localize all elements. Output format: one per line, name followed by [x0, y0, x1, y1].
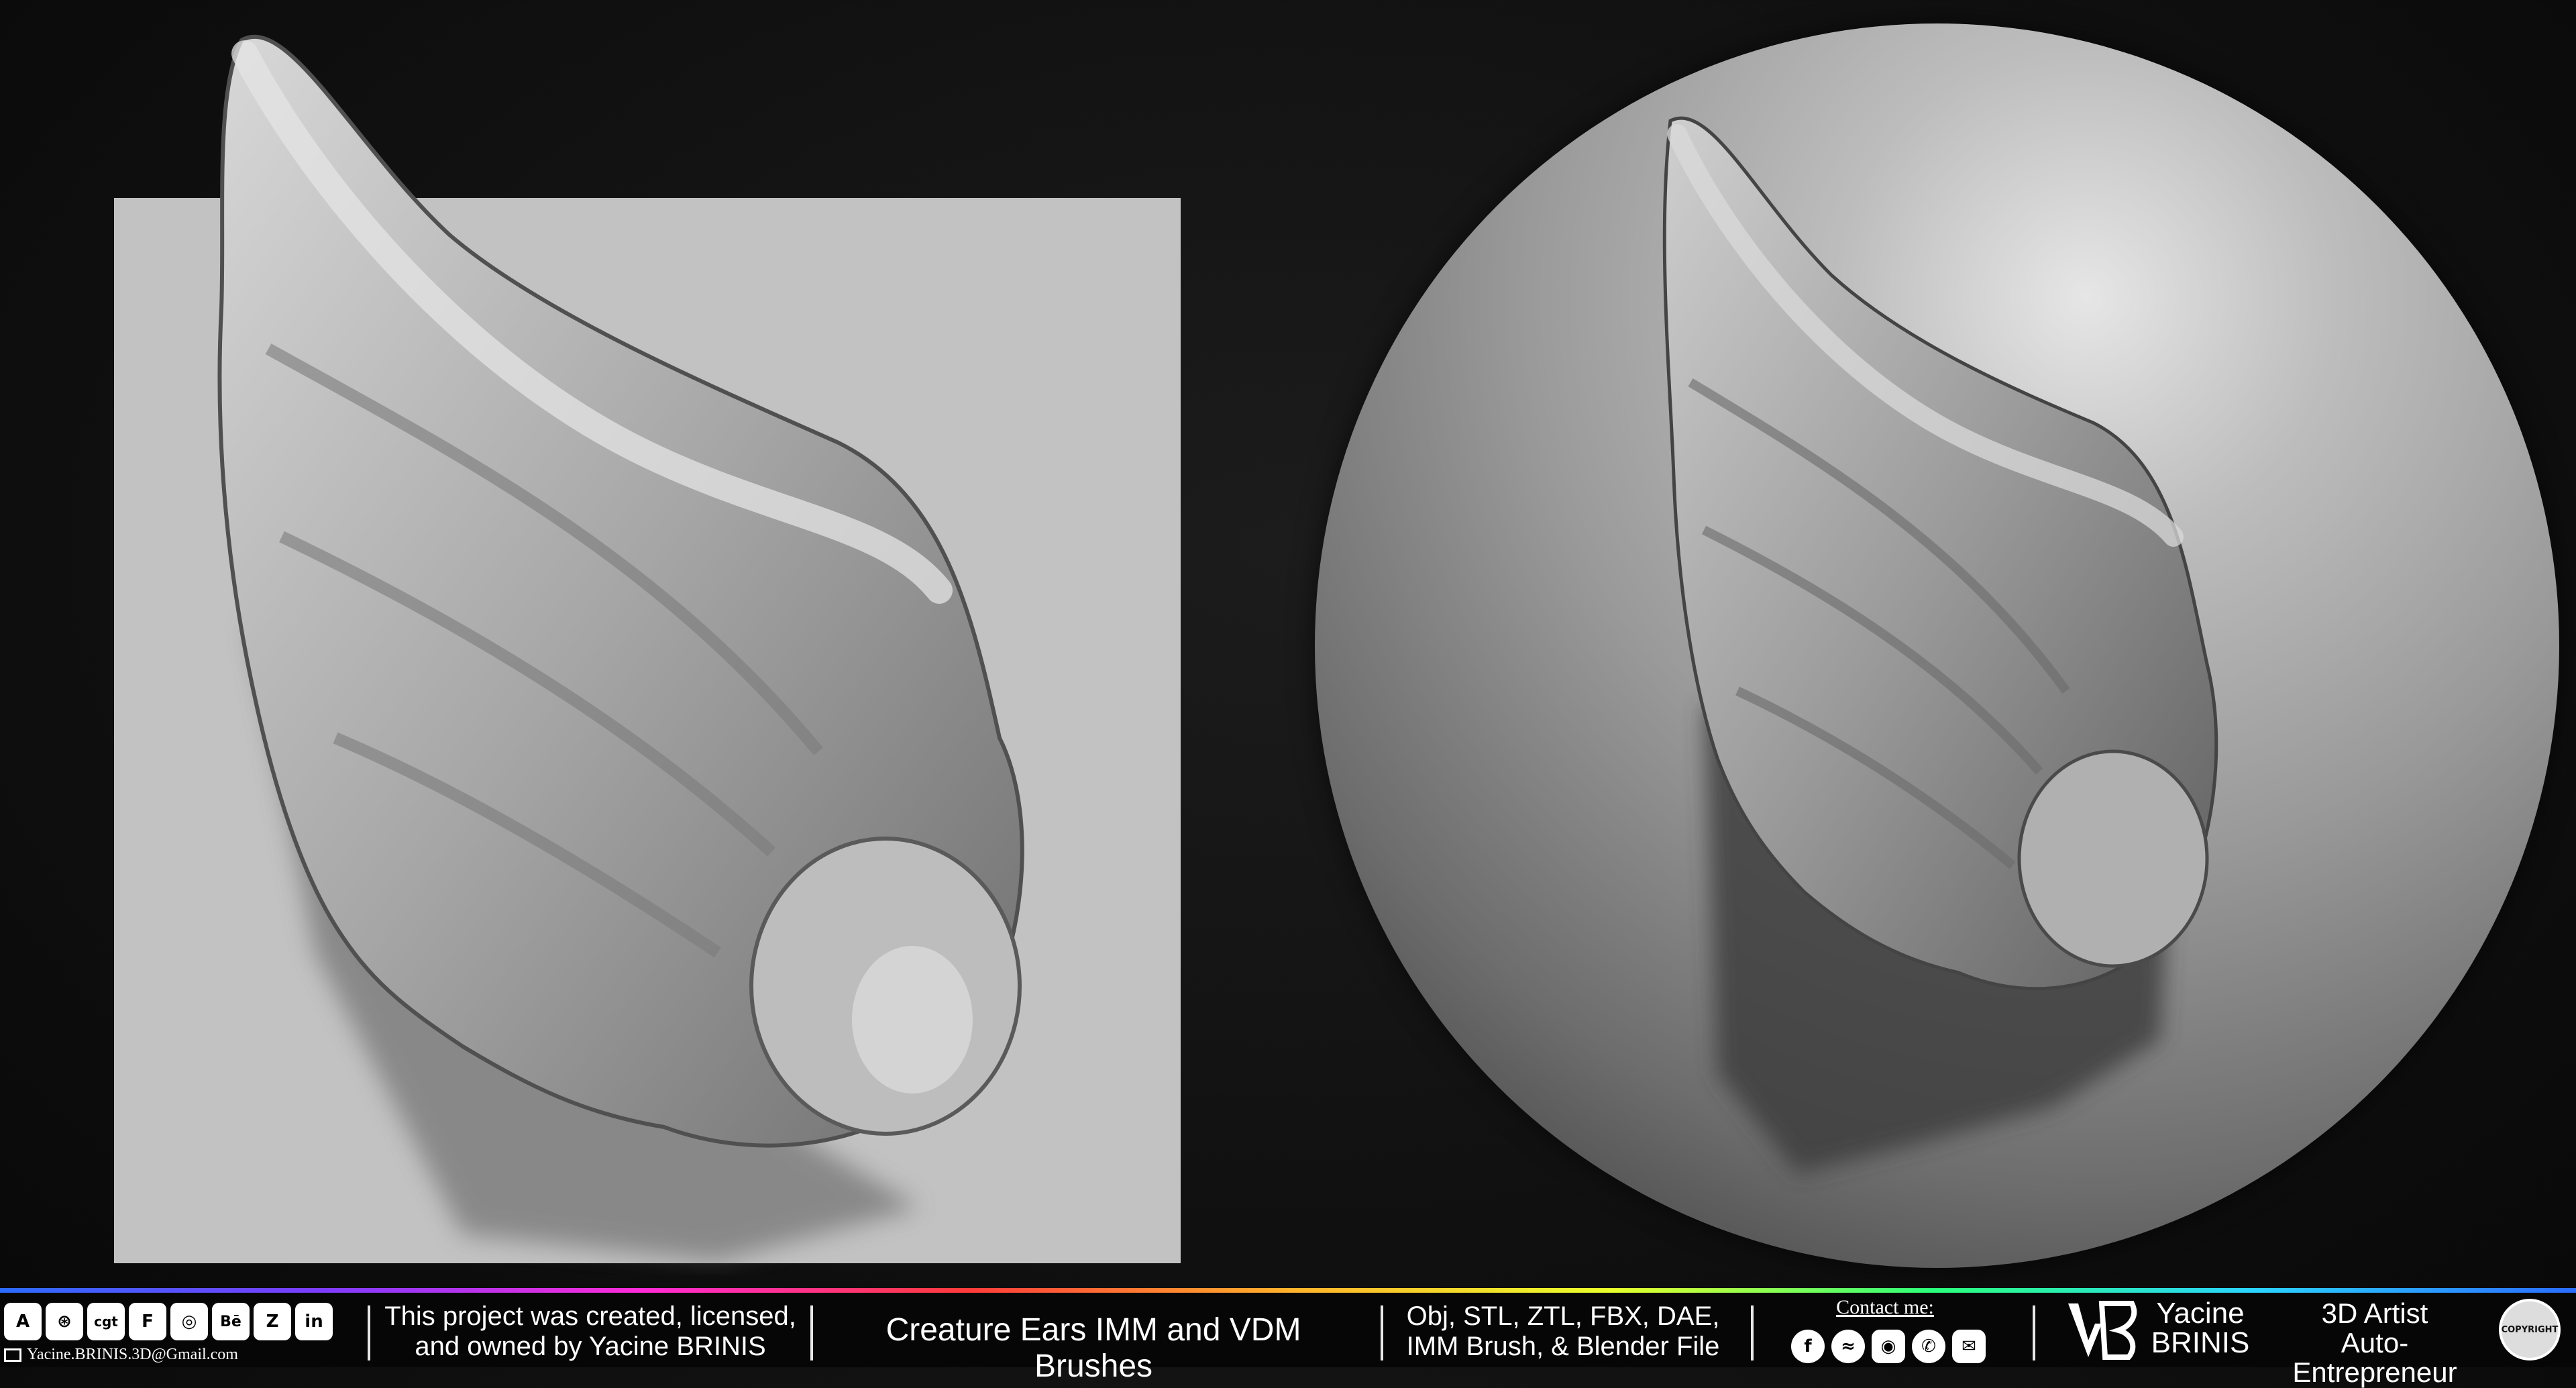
zbrush-icon[interactable]: Z — [254, 1303, 291, 1340]
name-first: Yacine — [2156, 1297, 2245, 1330]
separator — [368, 1305, 370, 1360]
email-icon[interactable]: ✉ — [1952, 1330, 1986, 1363]
email-address[interactable]: Yacine.BRINIS.3D@Gmail.com — [27, 1346, 238, 1364]
behance-icon[interactable]: Bē — [212, 1303, 250, 1340]
role-line-1: 3D Artist — [2321, 1297, 2428, 1329]
role-line-2: Auto-Entrepreneur — [2292, 1327, 2457, 1388]
instagram-icon[interactable]: ◉ — [1872, 1330, 1905, 1363]
footer-banner: A ⊛ cgt F ◎ Bē Z in Yacine.BRINIS.3D@Gma… — [0, 1288, 2576, 1387]
product-title: Creature Ears IMM and VDM Brushes — [885, 1312, 1301, 1384]
project-line-1: This project was created, licensed, — [384, 1301, 796, 1331]
separator — [1381, 1305, 1383, 1360]
separator — [810, 1305, 813, 1360]
whatsapp-icon[interactable]: ✆ — [1912, 1330, 1945, 1363]
seal-text: COPYRIGHT — [2501, 1324, 2559, 1335]
turbosquid-icon[interactable]: ◎ — [170, 1303, 208, 1340]
project-credit: This project was created, licensed, and … — [382, 1301, 798, 1362]
separator — [2033, 1305, 2035, 1360]
flippednormals-icon[interactable]: F — [129, 1303, 166, 1340]
cgtrader-icon[interactable]: cgt — [87, 1303, 125, 1340]
facebook-icon[interactable]: f — [1791, 1330, 1825, 1363]
rainbow-strip — [0, 1288, 2576, 1293]
ear-sculpt-sphere — [1662, 116, 2218, 1174]
mail-icon — [4, 1348, 21, 1362]
sketchfab-icon[interactable]: ⊛ — [46, 1303, 83, 1340]
messenger-icon[interactable]: ≈ — [1831, 1330, 1865, 1363]
project-line-2: and owned by Yacine BRINIS — [415, 1331, 766, 1361]
copyright-seal-icon: COPYRIGHT — [2499, 1299, 2561, 1360]
yb-logo-icon — [2068, 1301, 2137, 1360]
formats-line-1: Obj, STL, ZTL, FBX, DAE, — [1406, 1301, 1720, 1331]
file-formats: Obj, STL, ZTL, FBX, DAE, IMM Brush, & Bl… — [1395, 1301, 1731, 1362]
email-row: Yacine.BRINIS.3D@Gmail.com — [4, 1346, 238, 1364]
separator — [1751, 1305, 1754, 1360]
social-links: A ⊛ cgt F ◎ Bē Z in — [4, 1303, 333, 1340]
ear-sculpt-flat — [217, 34, 1024, 1261]
contact-links: f ≈ ◉ ✆ ✉ — [1791, 1330, 1986, 1363]
linkedin-icon[interactable]: in — [295, 1303, 333, 1340]
render-stage — [0, 0, 2576, 1288]
artstation-icon[interactable]: A — [4, 1303, 42, 1340]
name-last: BRINIS — [2151, 1326, 2250, 1359]
formats-line-2: IMM Brush, & Blender File — [1406, 1331, 1720, 1361]
artist-role: 3D Artist Auto-Entrepreneur — [2261, 1297, 2489, 1388]
artist-name: Yacine BRINIS — [2147, 1299, 2254, 1358]
contact-label: Contact me: — [1836, 1296, 1934, 1318]
